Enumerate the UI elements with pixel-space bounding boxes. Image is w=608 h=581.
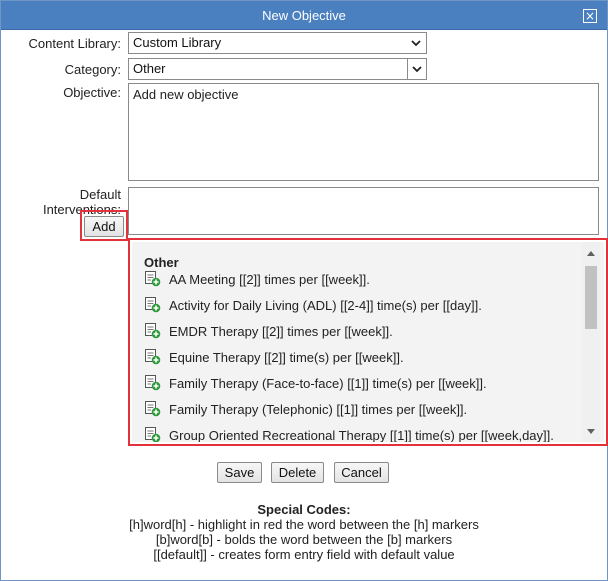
special-code-line: [[default]] - creates form entry field w… <box>153 547 455 562</box>
scroll-up-icon[interactable] <box>586 249 596 257</box>
special-code-line: [h]word[h] - highlight in red the word b… <box>129 517 479 532</box>
default-interventions-label-line1: Default <box>79 187 121 202</box>
special-codes-heading: Special Codes: <box>257 502 351 517</box>
add-document-icon <box>145 271 161 287</box>
add-document-icon <box>145 375 161 391</box>
scrollbar-thumb[interactable] <box>585 266 597 329</box>
intervention-list[interactable]: Other AA Meeting [[2]] times per [[week]… <box>132 242 604 442</box>
content-library-select[interactable]: Custom Library <box>128 32 427 54</box>
chevron-down-icon <box>412 66 422 73</box>
objective-text: Add new objective <box>133 87 239 102</box>
delete-button[interactable]: Delete <box>271 462 324 483</box>
category-value: Other <box>133 61 166 76</box>
add-document-icon <box>145 349 161 365</box>
list-item-text: Equine Therapy [[2]] time(s) per [[week]… <box>169 350 404 365</box>
scroll-down-icon[interactable] <box>586 428 596 436</box>
dialog-titlebar[interactable]: New Objective × <box>1 1 607 30</box>
cancel-button[interactable]: Cancel <box>334 462 389 483</box>
content-library-label: Content Library: <box>28 36 122 51</box>
list-item-text: Family Therapy (Face-to-face) [[1]] time… <box>169 376 487 391</box>
add-document-icon <box>145 427 161 442</box>
new-objective-dialog: New Objective × Content Library: Custom … <box>0 0 608 581</box>
add-document-icon <box>145 297 161 313</box>
list-item-text: Group Oriented Recreational Therapy [[1]… <box>169 428 554 442</box>
default-interventions-field[interactable] <box>128 187 599 235</box>
list-scrollbar[interactable] <box>582 242 600 442</box>
dialog-title: New Objective <box>262 8 346 23</box>
intervention-list-heading: Other <box>144 255 179 270</box>
category-dropdown-button[interactable] <box>407 58 427 80</box>
list-item-text: AA Meeting [[2]] times per [[week]]. <box>169 272 370 287</box>
list-item-text: Activity for Daily Living (ADL) [[2-4]] … <box>169 298 482 313</box>
objective-textarea[interactable]: Add new objective <box>128 83 599 181</box>
add-button[interactable]: Add <box>84 216 124 237</box>
add-document-icon <box>145 401 161 417</box>
list-item-text: EMDR Therapy [[2]] times per [[week]]. <box>169 324 393 339</box>
add-document-icon <box>145 323 161 339</box>
list-item-text: Family Therapy (Telephonic) [[1]] times … <box>169 402 468 417</box>
chevron-down-icon <box>411 40 421 47</box>
close-icon[interactable]: × <box>583 9 597 23</box>
content-library-value: Custom Library <box>133 35 222 50</box>
category-input[interactable]: Other <box>128 58 408 80</box>
objective-label: Objective: <box>63 85 121 100</box>
special-code-line: [b]word[b] - bolds the word between the … <box>155 532 453 547</box>
save-button[interactable]: Save <box>217 462 262 483</box>
category-label: Category: <box>64 62 121 77</box>
